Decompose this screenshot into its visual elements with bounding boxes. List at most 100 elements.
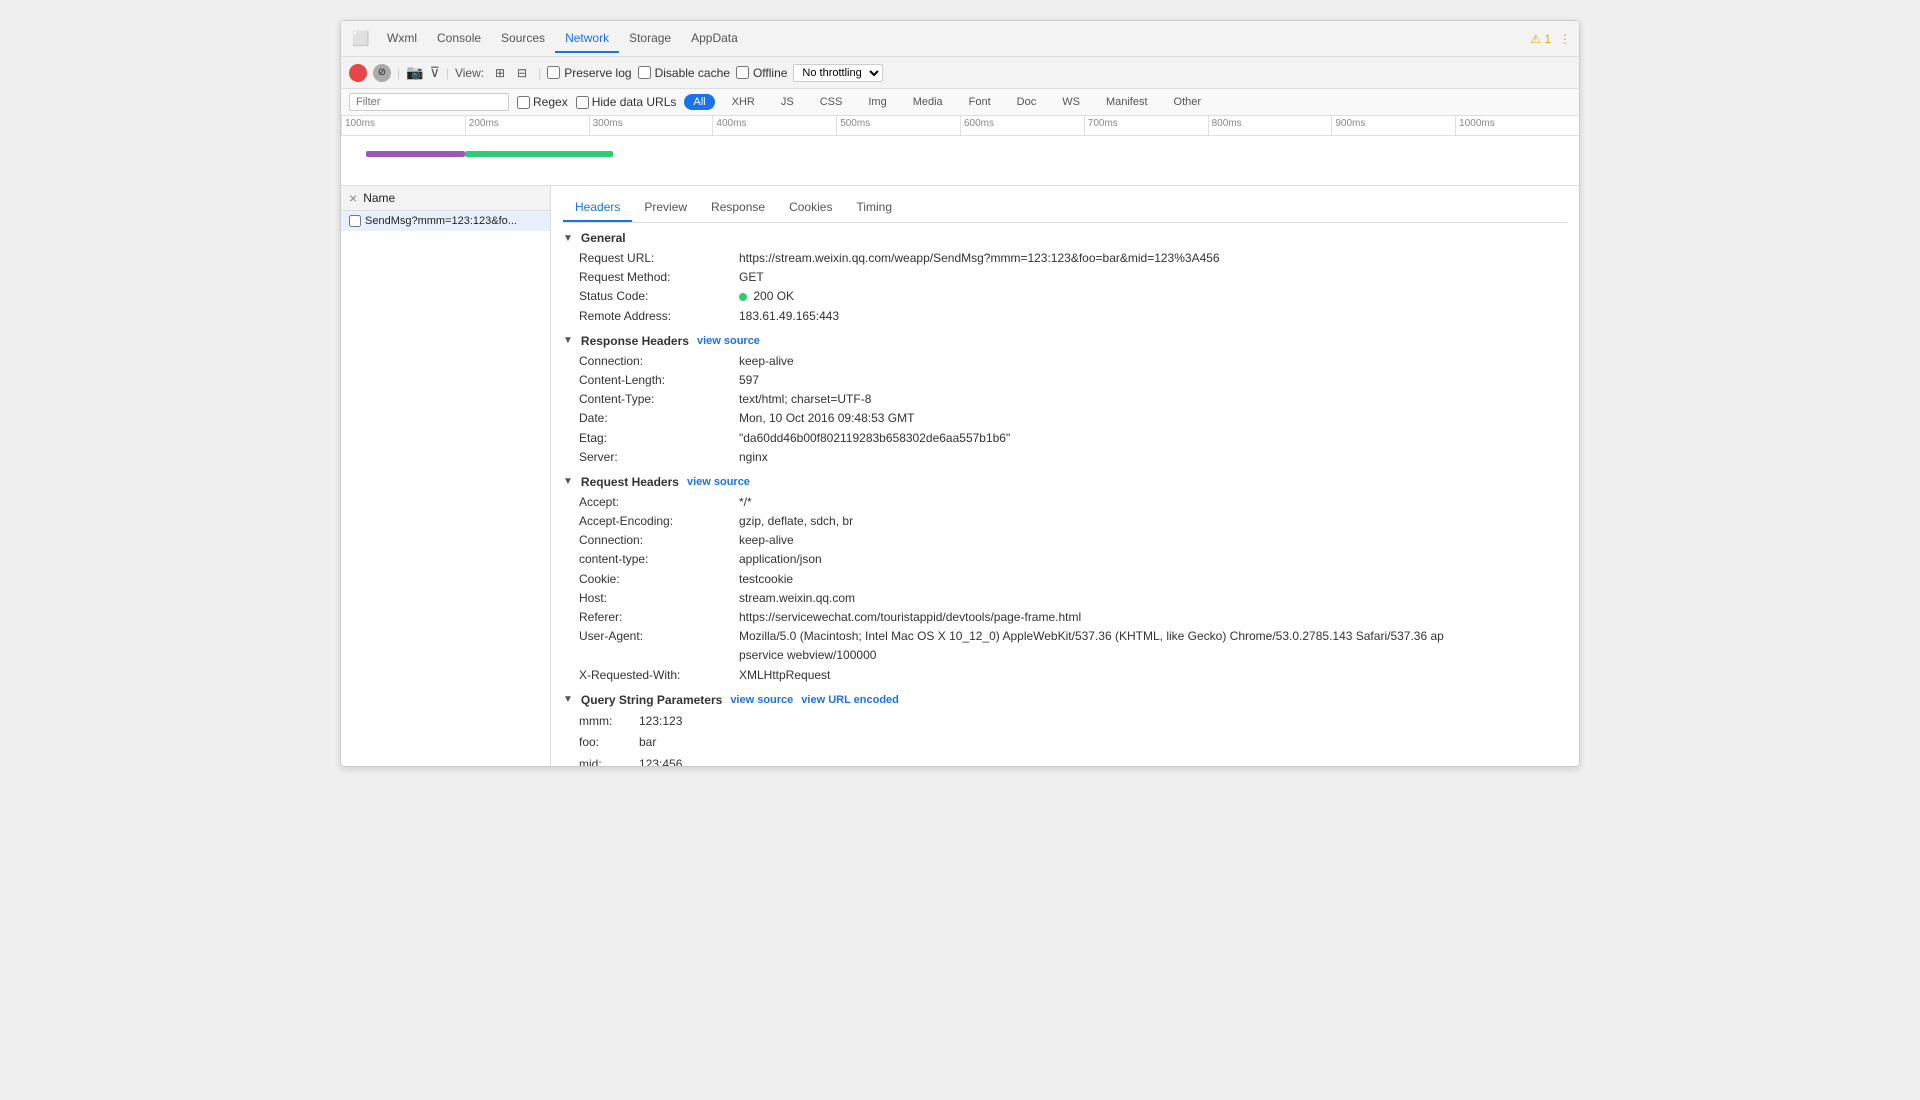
- preserve-log-label: Preserve log: [564, 66, 631, 80]
- general-section-title: General: [581, 231, 626, 245]
- tab-storage[interactable]: Storage: [619, 25, 681, 53]
- request-headers-section-header[interactable]: ▼ Request Headers view source: [563, 475, 1567, 489]
- regex-label: Regex: [533, 95, 568, 109]
- divider: |: [397, 66, 400, 80]
- tick-500ms: 500ms: [836, 116, 960, 135]
- query-params-section: ▼ Query String Parameters view source vi…: [563, 693, 1567, 766]
- etag-row: Etag: "da60dd46b00f802119283b658302de6aa…: [563, 429, 1567, 448]
- cursor-icon[interactable]: ⬜: [349, 27, 373, 51]
- request-method-row: Request Method: GET: [563, 268, 1567, 287]
- filter-type-other[interactable]: Other: [1165, 94, 1211, 110]
- menu-icon[interactable]: ⋮: [1559, 32, 1571, 46]
- warning-badge: ⚠ 1: [1530, 32, 1551, 46]
- tab-response[interactable]: Response: [699, 194, 777, 222]
- tick-400ms: 400ms: [712, 116, 836, 135]
- preserve-log-checkbox[interactable]: [547, 66, 560, 79]
- accept-row: Accept: */*: [563, 493, 1567, 512]
- tab-preview[interactable]: Preview: [632, 194, 699, 222]
- tick-300ms: 300ms: [589, 116, 713, 135]
- divider3: |: [538, 66, 541, 80]
- waterfall-bar-green: [465, 151, 614, 157]
- filter-type-font[interactable]: Font: [960, 94, 1000, 110]
- disable-cache-checkbox[interactable]: [638, 66, 651, 79]
- tick-200ms: 200ms: [465, 116, 589, 135]
- sidebar-column-header: Name: [363, 191, 395, 205]
- tick-100ms: 100ms: [341, 116, 465, 135]
- content-type-row: Content-Type: text/html; charset=UTF-8: [563, 390, 1567, 409]
- referer-row: Referer: https://servicewechat.com/touri…: [563, 608, 1567, 627]
- request-headers-section: ▼ Request Headers view source Accept: */…: [563, 475, 1567, 685]
- request-checkbox[interactable]: [349, 215, 361, 227]
- filter-type-css[interactable]: CSS: [811, 94, 852, 110]
- connection-row: Connection: keep-alive: [563, 352, 1567, 371]
- tab-appdata[interactable]: AppData: [681, 25, 748, 53]
- filter-input[interactable]: [349, 93, 509, 111]
- request-method-val: GET: [739, 268, 764, 287]
- req-connection-row: Connection: keep-alive: [563, 531, 1567, 550]
- collapse-icon: ▼: [563, 233, 573, 244]
- filter-type-ws[interactable]: WS: [1053, 94, 1089, 110]
- filter-bar: Regex Hide data URLs All XHR JS CSS Img …: [341, 89, 1579, 116]
- view-list-button[interactable]: ⊟: [512, 63, 532, 83]
- divider2: |: [446, 66, 449, 80]
- general-section-header[interactable]: ▼ General: [563, 231, 1567, 245]
- status-code-val: 200 OK: [739, 287, 794, 306]
- offline-checkbox[interactable]: [736, 66, 749, 79]
- query-params-section-header[interactable]: ▼ Query String Parameters view source vi…: [563, 693, 1567, 707]
- regex-checkbox[interactable]: [517, 96, 530, 109]
- filter-type-js[interactable]: JS: [772, 94, 803, 110]
- content-length-row: Content-Length: 597: [563, 371, 1567, 390]
- camera-button[interactable]: 📷: [406, 64, 423, 81]
- filter-type-img[interactable]: Img: [859, 94, 895, 110]
- request-url-key: Request URL:: [579, 249, 739, 268]
- tab-sources[interactable]: Sources: [491, 25, 555, 53]
- remote-address-key: Remote Address:: [579, 307, 739, 326]
- user-agent-row: User-Agent: Mozilla/5.0 (Macintosh; Inte…: [563, 627, 1567, 665]
- tab-headers[interactable]: Headers: [563, 194, 632, 222]
- date-row: Date: Mon, 10 Oct 2016 09:48:53 GMT: [563, 409, 1567, 428]
- request-headers-view-source[interactable]: view source: [687, 476, 750, 488]
- status-code-row: Status Code: 200 OK: [563, 287, 1567, 306]
- tab-network[interactable]: Network: [555, 25, 619, 53]
- hide-data-urls-checkbox-group: Hide data URLs: [576, 95, 677, 109]
- filter-type-media[interactable]: Media: [904, 94, 952, 110]
- hide-data-urls-checkbox[interactable]: [576, 96, 589, 109]
- regex-checkbox-group: Regex: [517, 95, 568, 109]
- collapse-icon: ▼: [563, 335, 573, 346]
- throttle-select[interactable]: No throttling: [793, 64, 883, 82]
- tick-1000ms: 1000ms: [1455, 116, 1579, 135]
- request-url-row: Request URL: https://stream.weixin.qq.co…: [563, 249, 1567, 268]
- timeline-bar-area: [341, 136, 1579, 186]
- remote-address-row: Remote Address: 183.61.49.165:443: [563, 307, 1567, 326]
- waterfall-bar-purple: [366, 151, 465, 157]
- filter-type-manifest[interactable]: Manifest: [1097, 94, 1157, 110]
- query-mmm-row: mmm: 123:123: [563, 711, 1567, 733]
- record-button[interactable]: [349, 64, 367, 82]
- request-name: SendMsg?mmm=123:123&fo...: [365, 215, 517, 227]
- offline-label: Offline: [753, 66, 787, 80]
- filter-toggle-button[interactable]: ⊽: [430, 64, 440, 81]
- status-code-key: Status Code:: [579, 287, 739, 306]
- hide-data-urls-label: Hide data URLs: [592, 95, 677, 109]
- response-headers-section-header[interactable]: ▼ Response Headers view source: [563, 334, 1567, 348]
- view-label: View:: [455, 66, 484, 80]
- collapse-icon: ▼: [563, 476, 573, 487]
- tab-console[interactable]: Console: [427, 25, 491, 53]
- response-headers-view-source[interactable]: view source: [697, 335, 760, 347]
- query-params-view-url-encoded[interactable]: view URL encoded: [801, 694, 899, 706]
- stop-button[interactable]: ⊘: [373, 64, 391, 82]
- filter-type-all[interactable]: All: [684, 94, 714, 110]
- tab-cookies[interactable]: Cookies: [777, 194, 844, 222]
- query-params-view-source[interactable]: view source: [730, 694, 793, 706]
- request-headers-title: Request Headers: [581, 475, 679, 489]
- tab-timing[interactable]: Timing: [844, 194, 904, 222]
- general-section: ▼ General Request URL: https://stream.we…: [563, 231, 1567, 326]
- status-dot: [739, 293, 747, 301]
- timeline: 100ms 200ms 300ms 400ms 500ms 600ms 700m…: [341, 116, 1579, 186]
- list-item[interactable]: SendMsg?mmm=123:123&fo...: [341, 211, 550, 231]
- tab-wxml[interactable]: Wxml: [377, 25, 427, 53]
- sidebar-close-icon[interactable]: ×: [349, 190, 357, 206]
- view-grid-button[interactable]: ⊞: [490, 63, 510, 83]
- filter-type-doc[interactable]: Doc: [1008, 94, 1046, 110]
- filter-type-xhr[interactable]: XHR: [723, 94, 764, 110]
